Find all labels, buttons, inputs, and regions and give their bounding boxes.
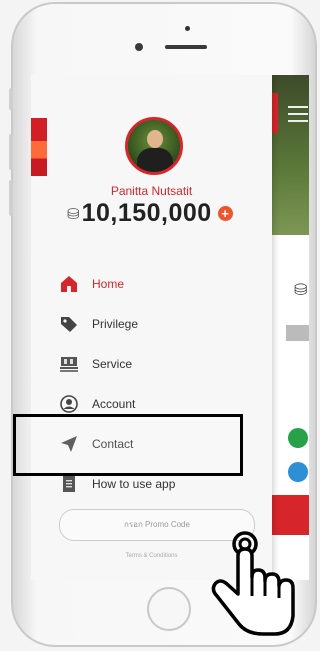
home-button[interactable] bbox=[147, 587, 191, 631]
document-icon bbox=[59, 474, 79, 494]
menu-item-home[interactable]: Home bbox=[59, 273, 249, 295]
highlight-box bbox=[13, 414, 243, 476]
brand-strip bbox=[272, 93, 278, 133]
account-icon bbox=[59, 394, 79, 414]
service-icon bbox=[59, 354, 79, 374]
volume-up-button bbox=[9, 134, 13, 170]
menu-item-label: Account bbox=[92, 397, 136, 411]
tap-hand-icon bbox=[211, 531, 295, 636]
home-icon bbox=[59, 274, 79, 294]
balance-amount: 10,150,000 bbox=[81, 199, 212, 227]
menu-item-label: Privilege bbox=[92, 317, 139, 331]
card-thumbnail bbox=[286, 325, 309, 341]
volume-down-button bbox=[9, 180, 13, 216]
earpiece-speaker bbox=[165, 45, 207, 49]
menu-item-account[interactable]: Account bbox=[59, 393, 249, 415]
app-screen: ⛁ Panitta Nutsatit ⛁ 10,150,000 + Home P… bbox=[31, 75, 309, 580]
camera-dot bbox=[135, 43, 143, 51]
menu-icon[interactable] bbox=[288, 106, 308, 127]
coins-icon: ⛁ bbox=[67, 205, 80, 223]
mute-switch bbox=[9, 88, 13, 110]
user-name: Panitta Nutsatit bbox=[110, 184, 193, 198]
coins-icon: ⛁ bbox=[294, 282, 308, 299]
tag-icon bbox=[59, 314, 79, 334]
brand-tab bbox=[31, 118, 47, 176]
menu-item-label: How to use app bbox=[92, 477, 176, 491]
green-badge-icon[interactable] bbox=[288, 428, 308, 448]
menu-item-label: Home bbox=[92, 277, 125, 291]
menu-item-label: Service bbox=[92, 357, 133, 371]
balance-row: ⛁ 10,150,000 + bbox=[67, 199, 233, 228]
avatar[interactable] bbox=[125, 117, 183, 175]
menu-item-privilege[interactable]: Privilege bbox=[59, 313, 249, 335]
main-content-behind: ⛁ bbox=[272, 75, 309, 580]
front-camera bbox=[185, 26, 190, 31]
menu-item-how-to-use[interactable]: How to use app bbox=[59, 473, 249, 495]
side-drawer: Panitta Nutsatit ⛁ 10,150,000 + Home Pri… bbox=[31, 75, 272, 580]
blue-badge-icon[interactable] bbox=[288, 462, 308, 482]
menu-item-service[interactable]: Service bbox=[59, 353, 249, 375]
red-banner[interactable] bbox=[272, 495, 309, 535]
plus-icon[interactable]: + bbox=[217, 206, 233, 221]
